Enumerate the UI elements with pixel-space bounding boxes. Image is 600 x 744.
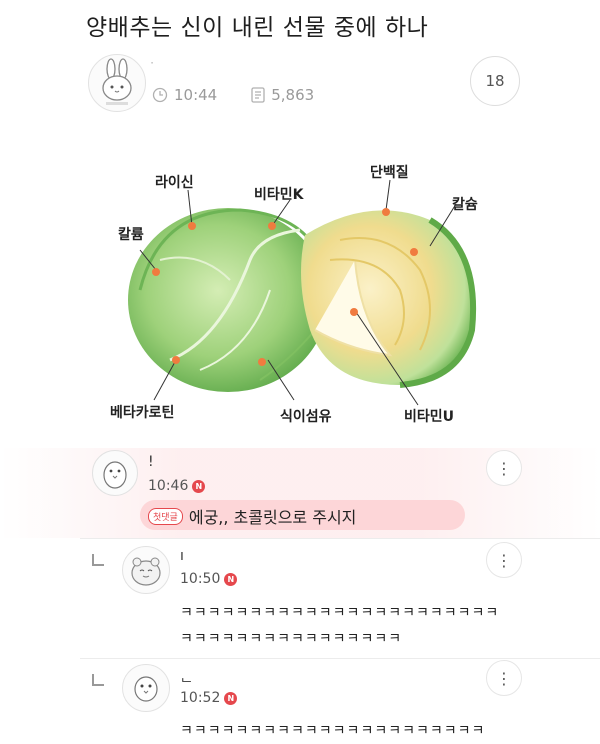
bird-avatar-icon: [134, 676, 158, 702]
bunny-avatar-icon: [102, 58, 132, 105]
reply-author-name[interactable]: ᆫ: [180, 666, 193, 686]
more-icon: ⋮: [496, 668, 512, 688]
reply-arrow-icon: [92, 554, 104, 566]
hamster-avatar-icon: [131, 557, 161, 586]
comment-time-text: 10:46: [148, 478, 189, 494]
clock-icon: [152, 87, 168, 103]
reply-text-line1: ㅋㅋㅋㅋㅋㅋㅋㅋㅋㅋㅋㅋㅋㅋㅋㅋㅋㅋㅋㅋㅋㅋㅋ: [180, 605, 500, 621]
reply-avatar[interactable]: [122, 664, 170, 712]
comment-time: 10:46 N: [148, 478, 206, 494]
more-icon: ⋮: [496, 550, 512, 570]
reply-time-text: 10:50: [180, 571, 221, 587]
reply-more-button[interactable]: ⋮: [486, 542, 522, 578]
label-calcium: 칼슘: [452, 197, 478, 213]
reply-author-name[interactable]: ı: [180, 548, 184, 564]
reply-text-line1: ㅋㅋㅋㅋㅋㅋㅋㅋㅋㅋㅋㅋㅋㅋㅋㅋㅋㅋㅋㅋㅋㅋ: [180, 723, 486, 739]
reply-time: 10:52 N: [180, 690, 238, 706]
new-badge: N: [224, 572, 238, 586]
label-beta-carotene: 베타카로틴: [110, 405, 175, 421]
label-fiber: 식이섬유: [280, 409, 332, 425]
comment-divider: [80, 538, 600, 539]
author-name[interactable]: ᐧ: [150, 56, 154, 72]
cabbage-nutrition-figure: 라이신 비타민K 단백질 칼슘 칼륨 베타카로틴 식이섬유 비타민U: [100, 140, 520, 440]
reply-text-line2: ㅋㅋㅋㅋㅋㅋㅋㅋㅋㅋㅋㅋㅋㅋㅋㅋ: [180, 631, 403, 647]
reply-arrow-icon: [92, 674, 104, 686]
comment-count-button[interactable]: 18: [470, 56, 520, 106]
label-potassium: 칼륨: [118, 227, 144, 243]
reply-time-text: 10:52: [180, 690, 221, 706]
comment-more-button[interactable]: ⋮: [486, 450, 522, 486]
label-vitamin-u: 비타민U: [404, 409, 455, 425]
post-meta: 10:44 5,863: [152, 86, 314, 104]
commenter-avatar[interactable]: [92, 450, 138, 496]
comment-divider: [80, 658, 600, 659]
more-icon: ⋮: [496, 458, 512, 478]
reply-more-button[interactable]: ⋮: [486, 660, 522, 696]
new-badge: N: [224, 691, 238, 705]
comment-text: 에궁,, 초콜릿으로 주시지: [188, 508, 357, 527]
post-title: 양배추는 신이 내린 선물 중에 하나: [86, 15, 429, 41]
reply-avatar[interactable]: [122, 546, 170, 594]
reply-time: 10:50 N: [180, 571, 238, 587]
author-avatar[interactable]: [88, 54, 146, 112]
first-comment-body: 첫댓글 에궁,, 초콜릿으로 주시지: [148, 504, 356, 528]
penguin-avatar-icon: [103, 461, 127, 489]
views-icon: [251, 87, 265, 103]
new-badge: N: [192, 479, 206, 493]
label-vitamin-k: 비타민K: [254, 187, 304, 203]
post-views: 5,863: [271, 86, 315, 104]
commenter-name[interactable]: !: [148, 454, 154, 470]
whole-cabbage: [128, 208, 328, 392]
first-comment-badge: 첫댓글: [148, 507, 183, 525]
label-lysine: 라이신: [155, 175, 194, 191]
post-time: 10:44: [174, 86, 218, 104]
label-protein: 단백질: [370, 165, 409, 181]
